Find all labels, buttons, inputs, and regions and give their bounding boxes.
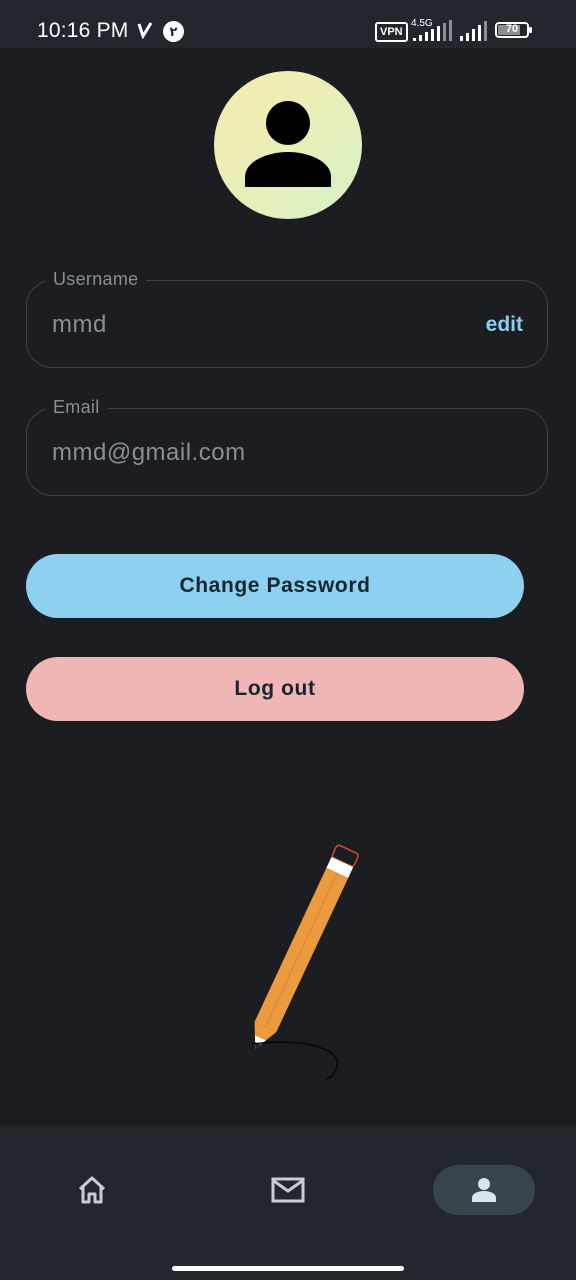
bottom-navigation xyxy=(0,1126,576,1280)
email-value[interactable]: mmd@gmail.com xyxy=(52,439,246,467)
email-field[interactable]: Email mmd@gmail.com xyxy=(26,397,548,496)
home-indicator[interactable] xyxy=(172,1266,404,1271)
battery-icon: 70 xyxy=(495,22,532,38)
vpn-badge: VPN xyxy=(375,22,408,42)
battery-level: 70 xyxy=(505,23,519,35)
signal-icon-2 xyxy=(460,21,487,41)
username-value[interactable]: mmd xyxy=(52,311,107,339)
notification-badge: ۲ xyxy=(163,21,184,42)
pencil-icon xyxy=(251,844,359,1080)
person-icon xyxy=(472,1178,496,1202)
logout-button[interactable]: Log out xyxy=(26,657,524,721)
status-time: 10:16 PM xyxy=(37,19,129,42)
signal-icon xyxy=(413,20,452,41)
mail-icon xyxy=(271,1177,305,1203)
username-label: Username xyxy=(45,269,147,290)
edit-username-button[interactable]: edit xyxy=(486,313,523,337)
avatar[interactable] xyxy=(214,71,362,219)
nav-profile[interactable] xyxy=(433,1165,535,1215)
nav-home[interactable] xyxy=(66,1164,118,1216)
change-password-button[interactable]: Change Password xyxy=(26,554,524,618)
home-icon xyxy=(78,1176,106,1204)
username-field[interactable]: Username mmd edit xyxy=(26,269,548,368)
status-bar: 10:16 PM ۲ VPN 4.5G 70 xyxy=(0,0,576,48)
check-icon xyxy=(137,22,153,39)
email-label: Email xyxy=(45,397,108,418)
person-icon xyxy=(245,101,331,187)
nav-messages[interactable] xyxy=(262,1164,314,1216)
